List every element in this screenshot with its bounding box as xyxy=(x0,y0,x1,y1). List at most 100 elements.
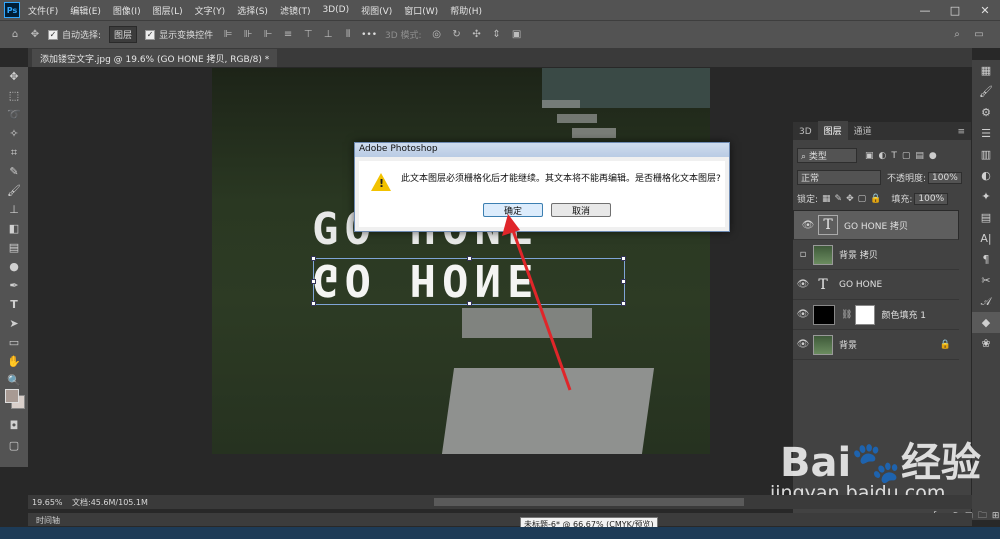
layers-icon[interactable]: ◆ xyxy=(972,312,1000,333)
transform-handle[interactable] xyxy=(311,301,316,306)
auto-select-checkbox[interactable]: ✓ xyxy=(48,29,58,40)
tools-icon[interactable]: ✂ xyxy=(972,270,1000,291)
path-select-icon[interactable]: ➤ xyxy=(0,314,28,333)
adjustments-icon[interactable]: ⚙ xyxy=(972,102,1000,123)
swatches-icon[interactable]: ▥ xyxy=(972,144,1000,165)
menu-edit[interactable]: 编辑(E) xyxy=(70,4,101,17)
lock-icons[interactable]: ▦✎✥▢🔒 xyxy=(822,194,885,204)
type-tool-icon[interactable]: T xyxy=(0,295,28,314)
tab-layers[interactable]: 图层 xyxy=(817,121,848,140)
3d-roll-icon[interactable]: ↻ xyxy=(450,29,464,41)
properties-icon[interactable]: ☰ xyxy=(972,123,1000,144)
auto-select-option[interactable]: ✓ 自动选择: xyxy=(48,28,101,41)
menu-layer[interactable]: 图层(L) xyxy=(153,4,183,17)
screen-mode-icon[interactable]: ▢ xyxy=(0,436,28,455)
eraser-tool-icon[interactable]: ◧ xyxy=(0,219,28,238)
auto-select-dropdown[interactable]: 图层 xyxy=(109,26,138,43)
menu-3d[interactable]: 3D(D) xyxy=(322,5,349,15)
transform-handle[interactable] xyxy=(621,279,626,284)
fill-input[interactable]: 100% xyxy=(914,192,949,205)
magic-wand-icon[interactable]: ✧ xyxy=(0,124,28,143)
align-left-icon[interactable]: ⊫ xyxy=(221,29,235,41)
menu-help[interactable]: 帮助(H) xyxy=(450,4,482,17)
history-icon[interactable]: ▦ xyxy=(972,60,1000,81)
blend-mode-dropdown[interactable]: 正常 xyxy=(797,170,881,185)
menu-select[interactable]: 选择(S) xyxy=(237,4,268,17)
move-tool-icon[interactable]: ✥ xyxy=(0,67,28,86)
align-right-icon[interactable]: ⊩ xyxy=(261,29,275,41)
tab-channels[interactable]: 通道 xyxy=(848,121,878,140)
eye-icon[interactable]: 👁 xyxy=(793,309,813,320)
menu-image[interactable]: 图像(I) xyxy=(113,4,141,17)
eye-icon[interactable]: 👁 xyxy=(793,339,813,350)
character-icon[interactable]: A| xyxy=(972,228,1000,249)
dodge-tool-icon[interactable]: ● xyxy=(0,257,28,276)
dialog-title[interactable]: Adobe Photoshop xyxy=(355,143,729,157)
filter-icons[interactable]: ▣◐T▢▤● xyxy=(865,151,942,161)
filter-type-dropdown[interactable]: ⌕ 类型 xyxy=(797,148,857,163)
transform-handle[interactable] xyxy=(621,301,626,306)
stamp-tool-icon[interactable]: ⊥ xyxy=(0,200,28,219)
more-options[interactable]: ••• xyxy=(361,30,377,40)
search-icon[interactable]: ⌕ xyxy=(950,29,964,41)
minimize-button[interactable]: — xyxy=(910,0,940,20)
transform-handle[interactable] xyxy=(311,279,316,284)
menu-window[interactable]: 窗口(W) xyxy=(404,4,438,17)
marquee-tool-icon[interactable]: ⬚ xyxy=(0,86,28,105)
eye-icon[interactable]: 👁 xyxy=(798,220,818,231)
menu-file[interactable]: 文件(F) xyxy=(28,4,58,17)
zoom-tool-icon[interactable]: 🔍 xyxy=(0,371,28,390)
paragraph-icon[interactable]: ¶ xyxy=(972,249,1000,270)
transform-handle[interactable] xyxy=(311,256,316,261)
eyedropper-icon[interactable]: ✎ xyxy=(0,162,28,181)
align-center-icon[interactable]: ⊪ xyxy=(241,29,255,41)
shape-tool-icon[interactable]: ▭ xyxy=(0,333,28,352)
lasso-tool-icon[interactable]: ➰ xyxy=(0,105,28,124)
color-icon[interactable]: ◐ xyxy=(972,165,1000,186)
home-icon[interactable]: ⌂ xyxy=(8,29,22,41)
close-button[interactable]: ✕ xyxy=(970,0,1000,20)
show-transform-checkbox[interactable]: ✓ xyxy=(145,29,156,40)
distribute-icon[interactable]: ≡ xyxy=(281,29,295,41)
libraries-icon[interactable]: ▤ xyxy=(972,207,1000,228)
align-middle-icon[interactable]: ⊥ xyxy=(321,29,335,41)
maximize-button[interactable]: □ xyxy=(940,0,970,20)
eye-hidden-icon[interactable]: ▫ xyxy=(793,249,813,260)
gradient-tool-icon[interactable]: ▤ xyxy=(0,238,28,257)
channels-icon[interactable]: ❀ xyxy=(972,333,1000,354)
layer-row[interactable]: 👁 ⛓ 颜色填充 1 xyxy=(793,300,959,330)
3d-camera-icon[interactable]: ▣ xyxy=(510,29,524,41)
eye-icon[interactable]: 👁 xyxy=(793,279,813,290)
quick-mask-icon[interactable]: ◘ xyxy=(0,416,28,435)
document-info[interactable]: 文档:45.6M/105.1M xyxy=(72,497,148,508)
brushes-icon[interactable]: ✦ xyxy=(972,186,1000,207)
opacity-input[interactable]: 100% xyxy=(928,171,962,184)
show-transform-option[interactable]: ✓ 显示变换控件 xyxy=(145,28,213,41)
foreground-color-swatch[interactable] xyxy=(5,389,19,403)
crop-tool-icon[interactable]: ⌗ xyxy=(0,143,28,162)
horizontal-scrollbar[interactable] xyxy=(434,498,744,506)
timeline-tab[interactable]: 时间轴 xyxy=(36,515,60,526)
brush-tool-icon[interactable]: 🖌 xyxy=(0,181,28,200)
menu-filter[interactable]: 滤镜(T) xyxy=(280,4,311,17)
transform-handle[interactable] xyxy=(467,256,472,261)
tab-3d[interactable]: 3D xyxy=(793,124,818,140)
3d-slide-icon[interactable]: ⇕ xyxy=(490,29,504,41)
zoom-level[interactable]: 19.65% xyxy=(32,498,72,507)
layer-row[interactable]: 👁 T GO HONE 拷贝 xyxy=(793,210,959,240)
move-tool-icon[interactable]: ✥ xyxy=(28,29,42,41)
hand-tool-icon[interactable]: ✋ xyxy=(0,352,28,371)
layer-row[interactable]: 👁 背景 🔒 xyxy=(793,330,959,360)
menu-view[interactable]: 视图(V) xyxy=(361,4,392,17)
layer-row[interactable]: 👁 T GO HONE xyxy=(793,270,959,300)
3d-orbit-icon[interactable]: ◎ xyxy=(430,29,444,41)
menu-type[interactable]: 文字(Y) xyxy=(195,4,226,17)
transform-handle[interactable] xyxy=(467,301,472,306)
layer-row[interactable]: ▫ 背景 拷贝 xyxy=(793,240,959,270)
3d-pan-icon[interactable]: ✣ xyxy=(470,29,484,41)
document-tab[interactable]: 添加镂空文字.jpg @ 19.6% (GO HONE 拷贝, RGB/8) * xyxy=(32,49,278,67)
panel-menu-icon[interactable]: ≡ xyxy=(951,124,971,140)
brush-settings-icon[interactable]: 🖌 xyxy=(972,81,1000,102)
workspace-icon[interactable]: ▭ xyxy=(972,29,986,41)
document-canvas[interactable]: GO HONE GO HONE xyxy=(212,68,710,454)
